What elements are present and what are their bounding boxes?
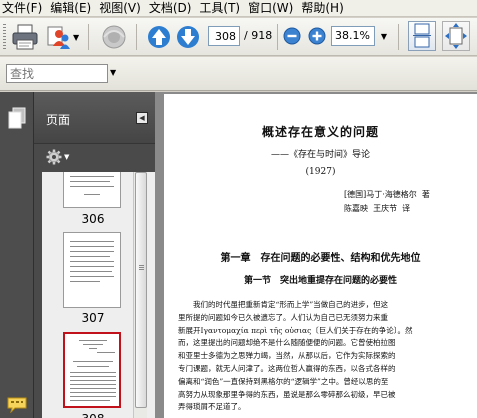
menu-edit[interactable]: 编辑(E) (47, 0, 96, 17)
pages-panel-title: 页面 (46, 113, 71, 127)
collaborate-icon[interactable] (100, 23, 128, 54)
body-line: 高努力从现象那里争得的东西，虽说是那么零碎那么初级，早已被 (178, 389, 396, 399)
body-line: 偏离和“润色”一直保持到黑格尔的“逻辑学”之中。曾经以思的至 (178, 376, 389, 386)
find-input[interactable] (6, 64, 108, 83)
zoom-dropdown-arrow-icon[interactable]: ▼ (377, 26, 391, 46)
body-line: 专门课题，就无人问津了。这两位哲人赢得的东西，以各式各样的 (178, 363, 396, 373)
body-line: 里所提的问题如今已久被遗忘了。人们认为自己已无须努力来重 (178, 312, 388, 322)
section-heading: 第一节 突出地重提存在问题的必要性 (243, 276, 397, 286)
panel-options-button[interactable]: ▼ (46, 148, 74, 166)
document-title: 概述存在意义的问题 (261, 125, 379, 139)
body-line: 弄得琐屑不足道了。 (178, 402, 246, 412)
body-line: 新展开Ιγαντομαχία περὶ τῆς οὐσιας〔巨人们关于存在的争… (178, 325, 413, 335)
scrolling-mode-button[interactable] (408, 21, 436, 51)
toolbar-grip[interactable] (3, 24, 6, 50)
document-year: (1927) (305, 167, 336, 177)
page-count: / 918 (244, 29, 273, 42)
menu-view[interactable]: 视图(V) (96, 0, 146, 17)
document-view[interactable]: 概述存在意义的问题 ——《存在与时间》导论 (1927) [德国]马丁·海德格尔… (155, 92, 477, 418)
document-page: 概述存在意义的问题 ——《存在与时间》导论 (1927) [德国]马丁·海德格尔… (164, 94, 477, 418)
menu-help[interactable]: 帮助(H) (298, 0, 348, 17)
thumbnails-scrollbar[interactable] (133, 172, 147, 418)
page-thumbnail-label: 307 (81, 311, 105, 325)
gear-icon (46, 149, 62, 165)
zoom-in-icon[interactable] (308, 27, 326, 48)
share-people-icon[interactable] (45, 24, 71, 53)
page-thumbnail[interactable] (63, 172, 121, 208)
print-icon[interactable] (11, 23, 39, 54)
page-thumbnail[interactable] (63, 232, 121, 308)
find-toolbar: ▼ (0, 57, 477, 91)
body-line: 我们的时代虽把重新肯定“形而上学”当做自己的进步，但这 (193, 300, 389, 309)
menu-file[interactable]: 文件(F) (0, 0, 47, 17)
page-thumbnail-label: 306 (81, 212, 105, 226)
fit-page-button[interactable] (442, 21, 470, 51)
zoom-level-field[interactable]: 38.1% (331, 26, 375, 46)
chapter-heading: 第一章 存在问题的必要性、结构和优先地位 (220, 253, 421, 264)
main-toolbar: ▼ / 918 (0, 18, 477, 56)
toolbar-separator (277, 24, 278, 50)
toolbar-separator (398, 24, 399, 50)
panel-options-arrow-icon: ▼ (64, 153, 70, 161)
document-body: 我们的时代虽把重新肯定“形而上学”当做自己的进步，但这 里所提的问题如今已久被遗… (178, 299, 471, 414)
menu-bar: 文件(F) 编辑(E) 视图(V) 文档(D) 工具(T) 窗口(W) 帮助(H… (0, 0, 477, 17)
comments-icon[interactable] (7, 397, 27, 416)
pages-panel-header: 页面 ◀ (34, 92, 155, 144)
previous-page-icon[interactable] (147, 25, 171, 52)
collapse-panel-icon[interactable]: ◀ (136, 112, 148, 124)
find-options-arrow-icon[interactable]: ▼ (110, 68, 116, 77)
next-page-icon[interactable] (176, 25, 200, 52)
page-thumbnail-selected[interactable] (63, 332, 121, 408)
menu-tools[interactable]: 工具(T) (196, 0, 245, 17)
document-authors: [德国]马丁·海德格尔 著 陈嘉映 王庆节 译 (344, 190, 430, 213)
menu-document[interactable]: 文档(D) (146, 0, 197, 17)
scrollbar-thumb[interactable] (135, 172, 147, 408)
body-line: 和亚里士多德为之思殚力竭，当然，从那以后，它作为实际探索的 (178, 351, 396, 361)
page-thumbnail-label: 308 (42, 412, 144, 418)
document-subtitle: ——《存在与时间》导论 (270, 150, 370, 160)
toolbar-separator (136, 24, 137, 50)
zoom-out-icon[interactable] (283, 27, 301, 48)
pages-panel-icon[interactable] (8, 107, 26, 132)
acrobat-window: 文件(F) 编辑(E) 视图(V) 文档(D) 工具(T) 窗口(W) 帮助(H… (0, 0, 477, 418)
page-number-input[interactable] (208, 26, 240, 46)
menu-window[interactable]: 窗口(W) (245, 0, 298, 17)
body-line: 而，这里提出的问题却绝不是什么随随便便的问题。它曾使柏拉图 (178, 338, 396, 348)
page-thumbnails-list: 306 307 (42, 172, 166, 418)
navigation-strip (0, 92, 34, 418)
share-dropdown-arrow-icon[interactable]: ▼ (73, 33, 79, 42)
toolbar-separator (88, 24, 89, 50)
